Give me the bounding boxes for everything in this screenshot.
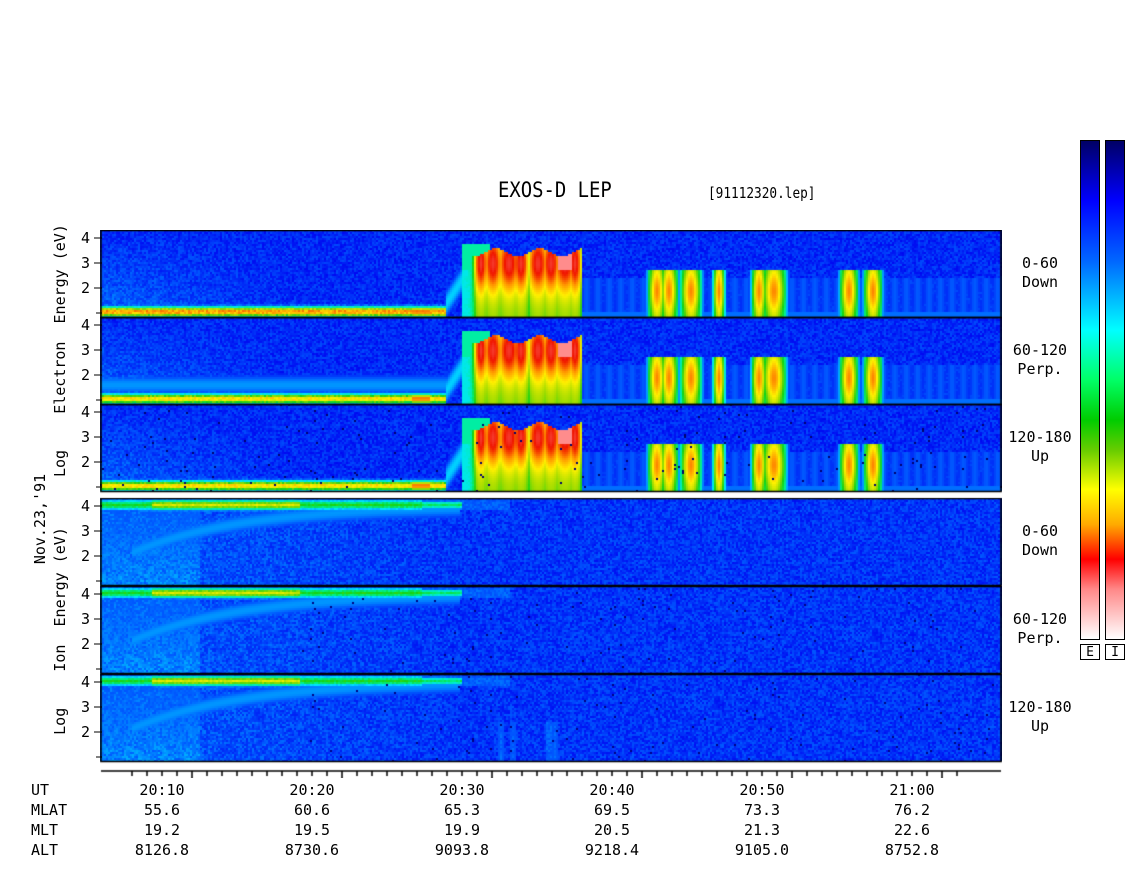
- ephemeris-mlat-value: 73.3: [743, 801, 781, 819]
- y-tick-label: 3: [81, 254, 90, 272]
- ephemeris-alt-value: 9218.4: [584, 841, 640, 859]
- ephemeris-mlt-value: 22.6: [893, 821, 931, 839]
- y-tick-label: 2: [81, 279, 90, 297]
- panel-angle-label: 0-60: [1021, 521, 1059, 540]
- panel-angle-label: 60-120: [1012, 609, 1068, 628]
- y-tick-label: 2: [81, 635, 90, 653]
- date-label: Nov.23,'91: [31, 473, 49, 565]
- colorbar-label-i: I: [1105, 644, 1125, 660]
- file-label: [91112320.lep]: [708, 184, 816, 202]
- y-tick-label: 4: [81, 673, 90, 691]
- ephemeris-mlt-value: 21.3: [743, 821, 781, 839]
- panel-direction-label: Perp.: [1017, 359, 1063, 378]
- ephemeris-mlt-value: 19.9: [443, 821, 481, 839]
- panel-angle-label: 60-120: [1012, 340, 1068, 359]
- panel-direction-label: Down: [1021, 272, 1059, 291]
- ephemeris-alt-value: 8730.6: [284, 841, 340, 859]
- panel-direction-label: Up: [1030, 716, 1050, 735]
- ephemeris-alt-value: 9105.0: [734, 841, 790, 859]
- y-tick-label: 4: [81, 229, 90, 247]
- y-tick-label: 4: [81, 316, 90, 334]
- y-tick-label: 3: [81, 341, 90, 359]
- ephemeris-row-label: MLT: [31, 821, 59, 839]
- y-tick-label: 3: [81, 428, 90, 446]
- y-tick-label: 2: [81, 723, 90, 741]
- panel-angle-label: 120-180: [1008, 427, 1072, 446]
- colorbar-label-e: E: [1080, 644, 1100, 660]
- ephemeris-mlat-value: 60.6: [293, 801, 331, 819]
- y-tick-label: 3: [81, 522, 90, 540]
- ephemeris-ticks-value: 20:10: [139, 781, 185, 799]
- ephemeris-ticks-value: 21:00: [889, 781, 935, 799]
- ephemeris-ticks-value: 20:20: [289, 781, 335, 799]
- ephemeris-alt-value: 9093.8: [434, 841, 490, 859]
- panel-direction-label: Up: [1030, 446, 1050, 465]
- panel-angle-label: 120-180: [1008, 697, 1072, 716]
- ephemeris-ticks-value: 20:40: [589, 781, 635, 799]
- ephemeris-mlt-value: 19.5: [293, 821, 331, 839]
- ephemeris-alt-value: 8126.8: [134, 841, 190, 859]
- y-tick-label: 4: [81, 585, 90, 603]
- y-tick-label: 2: [81, 547, 90, 565]
- ephemeris-alt-value: 8752.8: [884, 841, 940, 859]
- y-tick-label: 3: [81, 698, 90, 716]
- y-tick-label: 2: [81, 453, 90, 471]
- ephemeris-mlat-value: 55.6: [143, 801, 181, 819]
- ephemeris-ticks-value: 20:50: [739, 781, 785, 799]
- ephemeris-row-label: MLAT: [31, 801, 68, 819]
- panel-direction-label: Down: [1021, 540, 1059, 559]
- ephemeris-ticks-value: 20:30: [439, 781, 485, 799]
- colorbar-ion: [1105, 140, 1125, 640]
- ephemeris-row-label: UT: [31, 781, 50, 799]
- ephemeris-mlat-value: 76.2: [893, 801, 931, 819]
- panel-direction-label: Perp.: [1017, 628, 1063, 647]
- y-tick-label: 2: [81, 366, 90, 384]
- y-tick-label: 4: [81, 403, 90, 421]
- colorbar-electron: [1080, 140, 1100, 640]
- y-axis-ticks: 2 3 4 2 3 4 2 3 4 2 3 4 2 3 4 2 3 4: [81, 229, 102, 758]
- ephemeris-mlat-value: 69.5: [593, 801, 631, 819]
- spectrogram-area: [100, 230, 1002, 778]
- ephemeris-mlt-value: 20.5: [593, 821, 631, 839]
- ephemeris-mlt-value: 19.2: [143, 821, 181, 839]
- ephemeris-mlat-value: 65.3: [443, 801, 481, 819]
- y-tick-label: 3: [81, 610, 90, 628]
- ephemeris-row-label: ALT: [31, 841, 59, 859]
- panel-angle-label: 0-60: [1021, 253, 1059, 272]
- chart-title: EXOS-D LEP: [498, 178, 612, 202]
- y-tick-label: 4: [81, 497, 90, 515]
